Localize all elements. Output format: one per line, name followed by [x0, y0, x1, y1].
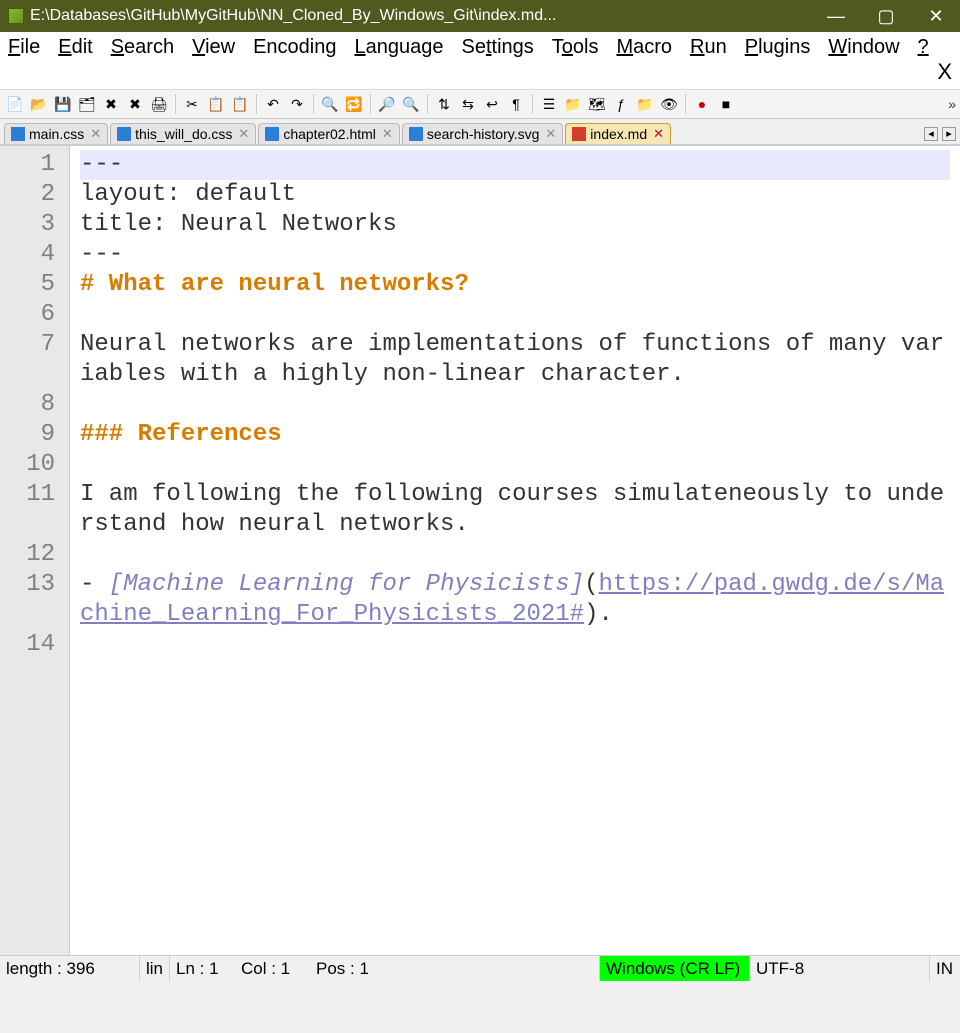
menu-window[interactable]: Window	[828, 36, 899, 59]
menu-bar: File Edit Search View Encoding Language …	[0, 32, 960, 90]
line-number-gutter: 1234567891011121314	[0, 146, 70, 955]
app-icon	[8, 8, 24, 24]
tab-label: index.md	[590, 126, 647, 142]
status-col: Col : 1	[235, 956, 310, 981]
title-bar: E:\Databases\GitHub\MyGitHub\NN_Cloned_B…	[0, 0, 960, 32]
editor[interactable]: 1234567891011121314 ---layout: defaultti…	[0, 145, 960, 955]
function-list-icon[interactable]: ƒ	[610, 93, 632, 115]
menu-run[interactable]: Run	[690, 36, 727, 59]
menu-encoding[interactable]: Encoding	[253, 36, 336, 59]
tab-chapter02-html[interactable]: chapter02.html ✕	[258, 123, 400, 144]
window-title: E:\Databases\GitHub\MyGitHub\NN_Cloned_B…	[30, 7, 820, 25]
monitor-icon[interactable]: 👁	[658, 93, 680, 115]
close-icon[interactable]: ✕	[90, 126, 101, 142]
tab-label: search-history.svg	[427, 126, 540, 142]
indent-guide-icon[interactable]: ☰	[538, 93, 560, 115]
close-button[interactable]: ✕	[920, 6, 952, 27]
disk-icon	[117, 127, 131, 141]
disk-icon	[409, 127, 423, 141]
record-icon[interactable]: ●	[691, 93, 713, 115]
sync-v-icon[interactable]: ⇅	[433, 93, 455, 115]
tab-label: this_will_do.css	[135, 126, 232, 142]
menu-settings[interactable]: Settings	[461, 36, 533, 59]
zoom-in-icon[interactable]: 🔎	[376, 93, 398, 115]
close-icon[interactable]: ✕	[653, 126, 664, 142]
folder-icon[interactable]: 📁	[562, 93, 584, 115]
copy-icon[interactable]: 📋	[205, 93, 227, 115]
sync-h-icon[interactable]: ⇆	[457, 93, 479, 115]
undo-icon[interactable]: ↶	[262, 93, 284, 115]
status-ins[interactable]: IN	[930, 956, 960, 981]
status-pos: Pos : 1	[310, 956, 600, 981]
status-length: length : 396	[0, 956, 140, 981]
status-eol[interactable]: Windows (CR LF)	[600, 956, 750, 981]
tab-index-md[interactable]: index.md ✕	[565, 123, 671, 144]
tab-search-history-svg[interactable]: search-history.svg ✕	[402, 123, 563, 144]
menu-help[interactable]: ?	[918, 36, 929, 59]
replace-icon[interactable]: 🔁	[343, 93, 365, 115]
doc-map-icon[interactable]: 🗺	[586, 93, 608, 115]
redo-icon[interactable]: ↷	[286, 93, 308, 115]
zoom-out-icon[interactable]: 🔍	[400, 93, 422, 115]
show-all-chars-icon[interactable]: ¶	[505, 93, 527, 115]
maximize-button[interactable]: ▢	[870, 6, 902, 27]
status-encoding[interactable]: UTF-8	[750, 956, 930, 981]
new-file-icon[interactable]: 📄	[4, 93, 26, 115]
disk-icon	[572, 127, 586, 141]
status-lines: lin	[140, 956, 170, 981]
close-icon[interactable]: ✕	[382, 126, 393, 142]
menu-file[interactable]: File	[8, 36, 40, 59]
disk-icon	[265, 127, 279, 141]
menu-language[interactable]: Language	[354, 36, 443, 59]
minimize-button[interactable]: —	[820, 6, 852, 27]
close-icon[interactable]: ✕	[238, 126, 249, 142]
print-icon[interactable]: 🖨	[148, 93, 170, 115]
menu-view[interactable]: View	[192, 36, 235, 59]
cut-icon[interactable]: ✂	[181, 93, 203, 115]
disk-icon	[11, 127, 25, 141]
menu-macro[interactable]: Macro	[616, 36, 672, 59]
document-close-button[interactable]: X	[937, 59, 952, 85]
toolbar: 📄 📂 💾 🗂 ✖ ✖ 🖨 ✂ 📋 📋 ↶ ↷ 🔍 🔁 🔎 🔍 ⇅ ⇆ ↩ ¶ …	[0, 90, 960, 119]
tab-label: chapter02.html	[283, 126, 376, 142]
status-bar: length : 396 lin Ln : 1 Col : 1 Pos : 1 …	[0, 955, 960, 981]
tab-this-will-do-css[interactable]: this_will_do.css ✕	[110, 123, 256, 144]
tab-scroll-left-icon[interactable]: ◂	[924, 127, 938, 141]
tab-bar: main.css ✕ this_will_do.css ✕ chapter02.ht…	[0, 119, 960, 145]
menu-search[interactable]: Search	[111, 36, 174, 59]
open-file-icon[interactable]: 📂	[28, 93, 50, 115]
menu-tools[interactable]: Tools	[552, 36, 599, 59]
tab-main-css[interactable]: main.css ✕	[4, 123, 108, 144]
toolbar-overflow-icon[interactable]: »	[948, 96, 956, 112]
stop-icon[interactable]: ■	[715, 93, 737, 115]
status-ln: Ln : 1	[170, 956, 235, 981]
close-icon[interactable]: ✕	[545, 126, 556, 142]
save-all-icon[interactable]: 🗂	[76, 93, 98, 115]
menu-plugins[interactable]: Plugins	[745, 36, 811, 59]
tab-label: main.css	[29, 126, 84, 142]
save-icon[interactable]: 💾	[52, 93, 74, 115]
folder2-icon[interactable]: 📁	[634, 93, 656, 115]
tab-scroll-right-icon[interactable]: ▸	[942, 127, 956, 141]
menu-edit[interactable]: Edit	[58, 36, 92, 59]
code-area[interactable]: ---layout: defaulttitle: Neural Networks…	[70, 146, 960, 955]
close-all-icon[interactable]: ✖	[124, 93, 146, 115]
wrap-icon[interactable]: ↩	[481, 93, 503, 115]
paste-icon[interactable]: 📋	[229, 93, 251, 115]
find-icon[interactable]: 🔍	[319, 93, 341, 115]
close-file-icon[interactable]: ✖	[100, 93, 122, 115]
